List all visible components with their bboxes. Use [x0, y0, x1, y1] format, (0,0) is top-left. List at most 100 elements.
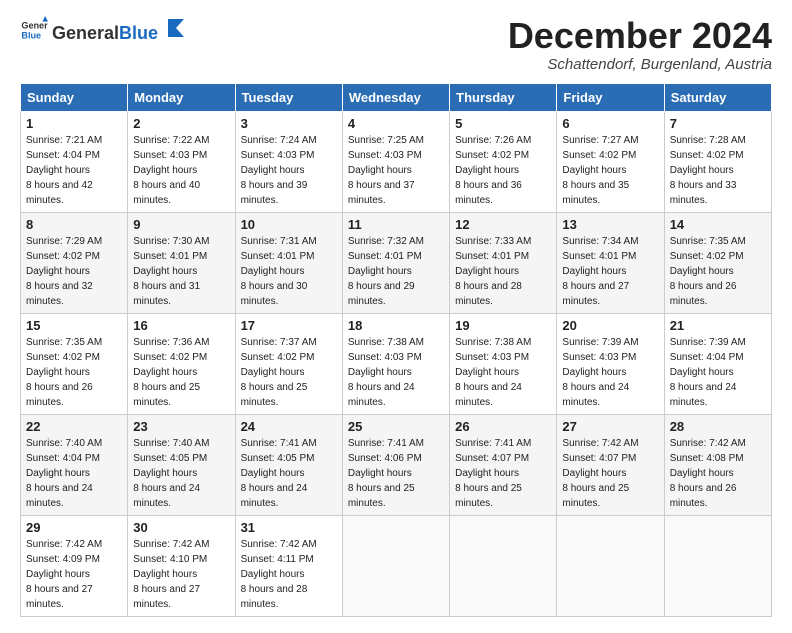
- day-info: Sunrise: 7:39 AMSunset: 4:04 PMDaylight …: [670, 337, 746, 408]
- calendar-cell: 16 Sunrise: 7:36 AMSunset: 4:02 PMDayligh…: [128, 313, 235, 414]
- calendar-cell: 18Sunrise: 7:38 AMSunset: 4:03 PMDayligh…: [342, 313, 449, 414]
- day-number: 30: [133, 520, 229, 535]
- day-number: 6: [562, 116, 658, 131]
- calendar-cell: 29Sunrise: 7:42 AMSunset: 4:09 PMDayligh…: [21, 515, 128, 616]
- day-info: Sunrise: 7:31 AMSunset: 4:01 PMDaylight …: [241, 236, 317, 307]
- day-number: 25: [348, 419, 444, 434]
- day-info: Sunrise: 7:27 AMSunset: 4:02 PMDaylight …: [562, 135, 638, 206]
- day-info: Sunrise: 7:34 AMSunset: 4:01 PMDaylight …: [562, 236, 638, 307]
- weekday-header-monday: Monday: [128, 83, 235, 111]
- calendar-cell: 5 Sunrise: 7:26 AMSunset: 4:02 PMDaylight…: [450, 111, 557, 212]
- day-info: Sunrise: 7:38 AMSunset: 4:03 PMDaylight …: [455, 337, 531, 408]
- day-info: Sunrise: 7:24 AMSunset: 4:03 PMDaylight …: [241, 135, 317, 206]
- calendar-cell: 6 Sunrise: 7:27 AMSunset: 4:02 PMDaylight…: [557, 111, 664, 212]
- logo-blue: Blue: [119, 23, 158, 44]
- weekday-header-thursday: Thursday: [450, 83, 557, 111]
- day-info: Sunrise: 7:42 AMSunset: 4:09 PMDaylight …: [26, 539, 102, 610]
- calendar-cell: 15 Sunrise: 7:35 AMSunset: 4:02 PMDayligh…: [21, 313, 128, 414]
- calendar-cell: 25Sunrise: 7:41 AMSunset: 4:06 PMDayligh…: [342, 414, 449, 515]
- day-info: Sunrise: 7:26 AMSunset: 4:02 PMDaylight …: [455, 135, 531, 206]
- day-info: Sunrise: 7:33 AMSunset: 4:01 PMDaylight …: [455, 236, 531, 307]
- day-number: 31: [241, 520, 337, 535]
- calendar-cell: 13 Sunrise: 7:34 AMSunset: 4:01 PMDayligh…: [557, 212, 664, 313]
- weekday-header-tuesday: Tuesday: [235, 83, 342, 111]
- calendar-cell: [557, 515, 664, 616]
- calendar-cell: 4 Sunrise: 7:25 AMSunset: 4:03 PMDaylight…: [342, 111, 449, 212]
- day-info: Sunrise: 7:36 AMSunset: 4:02 PMDaylight …: [133, 337, 209, 408]
- title-area: December 2024 Schattendorf, Burgenland, …: [508, 16, 772, 73]
- day-number: 15: [26, 318, 122, 333]
- calendar-cell: 11 Sunrise: 7:32 AMSunset: 4:01 PMDayligh…: [342, 212, 449, 313]
- svg-text:General: General: [21, 21, 48, 31]
- logo: General Blue GeneralBlue: [20, 16, 184, 44]
- day-info: Sunrise: 7:40 AMSunset: 4:04 PMDaylight …: [26, 438, 102, 509]
- calendar-cell: 22Sunrise: 7:40 AMSunset: 4:04 PMDayligh…: [21, 414, 128, 515]
- day-number: 13: [562, 217, 658, 232]
- calendar-cell: 7 Sunrise: 7:28 AMSunset: 4:02 PMDaylight…: [664, 111, 771, 212]
- svg-text:Blue: Blue: [21, 30, 41, 40]
- day-number: 1: [26, 116, 122, 131]
- calendar-week-5: 29Sunrise: 7:42 AMSunset: 4:09 PMDayligh…: [21, 515, 772, 616]
- day-info: Sunrise: 7:39 AMSunset: 4:03 PMDaylight …: [562, 337, 638, 408]
- calendar-cell: [664, 515, 771, 616]
- logo-general: General: [52, 23, 119, 44]
- day-number: 14: [670, 217, 766, 232]
- day-number: 11: [348, 217, 444, 232]
- day-info: Sunrise: 7:37 AMSunset: 4:02 PMDaylight …: [241, 337, 317, 408]
- calendar-cell: 9Sunrise: 7:30 AMSunset: 4:01 PMDaylight…: [128, 212, 235, 313]
- logo-flag-icon: [162, 17, 184, 39]
- day-info: Sunrise: 7:42 AMSunset: 4:07 PMDaylight …: [562, 438, 638, 509]
- day-number: 9: [133, 217, 229, 232]
- day-number: 5: [455, 116, 551, 131]
- day-info: Sunrise: 7:42 AMSunset: 4:10 PMDaylight …: [133, 539, 209, 610]
- day-number: 16: [133, 318, 229, 333]
- day-info: Sunrise: 7:28 AMSunset: 4:02 PMDaylight …: [670, 135, 746, 206]
- calendar-cell: 28 Sunrise: 7:42 AMSunset: 4:08 PMDayligh…: [664, 414, 771, 515]
- calendar-cell: [450, 515, 557, 616]
- day-info: Sunrise: 7:32 AMSunset: 4:01 PMDaylight …: [348, 236, 424, 307]
- calendar-week-4: 22Sunrise: 7:40 AMSunset: 4:04 PMDayligh…: [21, 414, 772, 515]
- calendar-week-1: 1Sunrise: 7:21 AMSunset: 4:04 PMDaylight…: [21, 111, 772, 212]
- day-info: Sunrise: 7:42 AMSunset: 4:11 PMDaylight …: [241, 539, 317, 610]
- day-info: Sunrise: 7:29 AMSunset: 4:02 PMDaylight …: [26, 236, 102, 307]
- calendar-cell: 3 Sunrise: 7:24 AMSunset: 4:03 PMDaylight…: [235, 111, 342, 212]
- day-number: 7: [670, 116, 766, 131]
- month-title: December 2024: [508, 16, 772, 56]
- day-number: 3: [241, 116, 337, 131]
- day-info: Sunrise: 7:41 AMSunset: 4:07 PMDaylight …: [455, 438, 531, 509]
- day-number: 20: [562, 318, 658, 333]
- weekday-header-saturday: Saturday: [664, 83, 771, 111]
- calendar-cell: 8Sunrise: 7:29 AMSunset: 4:02 PMDaylight…: [21, 212, 128, 313]
- calendar-week-3: 15 Sunrise: 7:35 AMSunset: 4:02 PMDayligh…: [21, 313, 772, 414]
- calendar-cell: 12 Sunrise: 7:33 AMSunset: 4:01 PMDayligh…: [450, 212, 557, 313]
- calendar-week-2: 8Sunrise: 7:29 AMSunset: 4:02 PMDaylight…: [21, 212, 772, 313]
- day-info: Sunrise: 7:25 AMSunset: 4:03 PMDaylight …: [348, 135, 424, 206]
- day-number: 2: [133, 116, 229, 131]
- calendar-cell: 31 Sunrise: 7:42 AMSunset: 4:11 PMDayligh…: [235, 515, 342, 616]
- day-info: Sunrise: 7:42 AMSunset: 4:08 PMDaylight …: [670, 438, 746, 509]
- calendar-cell: 20 Sunrise: 7:39 AMSunset: 4:03 PMDayligh…: [557, 313, 664, 414]
- calendar-cell: 21Sunrise: 7:39 AMSunset: 4:04 PMDayligh…: [664, 313, 771, 414]
- day-number: 19: [455, 318, 551, 333]
- calendar-cell: 30 Sunrise: 7:42 AMSunset: 4:10 PMDayligh…: [128, 515, 235, 616]
- weekday-header-wednesday: Wednesday: [342, 83, 449, 111]
- calendar-cell: 1Sunrise: 7:21 AMSunset: 4:04 PMDaylight…: [21, 111, 128, 212]
- day-info: Sunrise: 7:35 AMSunset: 4:02 PMDaylight …: [26, 337, 102, 408]
- day-number: 23: [133, 419, 229, 434]
- subtitle: Schattendorf, Burgenland, Austria: [508, 56, 772, 73]
- day-number: 4: [348, 116, 444, 131]
- calendar-cell: 24Sunrise: 7:41 AMSunset: 4:05 PMDayligh…: [235, 414, 342, 515]
- day-info: Sunrise: 7:41 AMSunset: 4:05 PMDaylight …: [241, 438, 317, 509]
- day-info: Sunrise: 7:40 AMSunset: 4:05 PMDaylight …: [133, 438, 209, 509]
- header: General Blue GeneralBlue December 2024 S…: [20, 16, 772, 73]
- weekday-header-row: SundayMondayTuesdayWednesdayThursdayFrid…: [21, 83, 772, 111]
- calendar-cell: 23 Sunrise: 7:40 AMSunset: 4:05 PMDayligh…: [128, 414, 235, 515]
- day-number: 28: [670, 419, 766, 434]
- calendar-cell: 17 Sunrise: 7:37 AMSunset: 4:02 PMDayligh…: [235, 313, 342, 414]
- day-info: Sunrise: 7:38 AMSunset: 4:03 PMDaylight …: [348, 337, 424, 408]
- day-number: 17: [241, 318, 337, 333]
- calendar-cell: 27Sunrise: 7:42 AMSunset: 4:07 PMDayligh…: [557, 414, 664, 515]
- day-number: 12: [455, 217, 551, 232]
- weekday-header-sunday: Sunday: [21, 83, 128, 111]
- day-info: Sunrise: 7:22 AMSunset: 4:03 PMDaylight …: [133, 135, 209, 206]
